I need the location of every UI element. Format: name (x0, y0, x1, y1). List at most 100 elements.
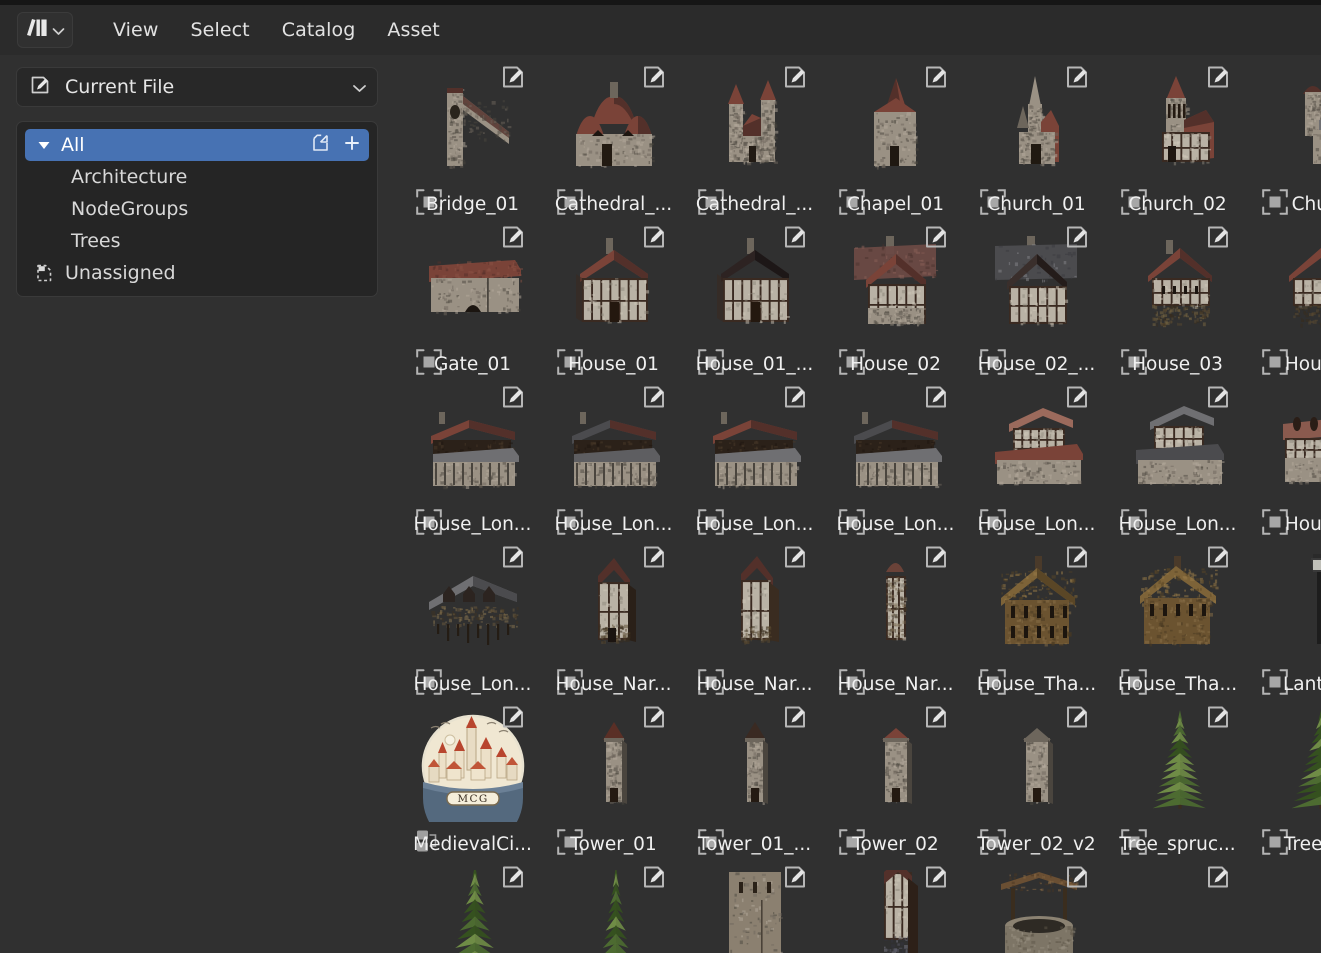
asset-browser-sidebar: Current File All (0, 55, 394, 953)
export-catalog-icon[interactable] (311, 133, 333, 158)
asset-thumbnail (402, 385, 543, 507)
catalog-item-architecture[interactable]: Architecture (25, 161, 369, 193)
asset-preview-render (981, 70, 1093, 182)
asset-item[interactable]: House_Lon... (402, 541, 543, 701)
asset-item[interactable]: Gate_01 (402, 221, 543, 381)
asset-thumbnail (684, 225, 825, 347)
asset-preview-render (699, 230, 811, 342)
asset-grid-region[interactable]: Bridge_01 Cathedral_... (394, 55, 1321, 953)
asset-thumbnail (1248, 545, 1321, 667)
asset-label: Tower_01_... (684, 834, 825, 855)
menu-select[interactable]: Select (175, 15, 266, 45)
asset-thumbnail (1107, 545, 1248, 667)
asset-label: House_Lon... (1107, 514, 1248, 535)
asset-preview-render (558, 710, 670, 822)
asset-preview-render (417, 70, 529, 182)
asset-item[interactable]: House_02_... (966, 221, 1107, 381)
menu-asset[interactable]: Asset (371, 15, 455, 45)
asset-preview-render (981, 230, 1093, 342)
asset-label: Tree_sp (1248, 834, 1321, 855)
catalog-tree: All Architecture (16, 121, 378, 297)
asset-item[interactable]: House_Tha... (966, 541, 1107, 701)
asset-thumbnail (966, 65, 1107, 187)
catalog-item-nodegroups[interactable]: NodeGroups (25, 193, 369, 225)
asset-thumbnail (825, 545, 966, 667)
catalog-item-all[interactable]: All (25, 129, 369, 161)
add-catalog-icon[interactable] (343, 134, 361, 157)
chevron-down-icon (52, 21, 65, 40)
asset-item[interactable]: House_Nar... (825, 541, 966, 701)
asset-preview-render (1122, 710, 1234, 822)
asset-item[interactable]: House_Tha... (1107, 541, 1248, 701)
catalog-item-unassigned[interactable]: Unassigned (25, 257, 369, 289)
asset-library-selector[interactable]: Current File (16, 67, 378, 107)
asset-item[interactable]: House_Lon... (543, 381, 684, 541)
asset-item[interactable]: Cathedral_... (684, 61, 825, 221)
unassigned-file-icon (35, 262, 57, 284)
asset-thumbnail: MCG (402, 705, 543, 827)
asset-item[interactable]: Tower_02_v2 (966, 701, 1107, 861)
asset-item[interactable]: House_Lon... (825, 381, 966, 541)
asset-item[interactable] (684, 861, 825, 953)
asset-label: House_Lon... (543, 514, 684, 535)
asset-thumbnail (966, 705, 1107, 827)
asset-preview-render (840, 550, 952, 662)
asset-item[interactable]: Tower_01 (543, 701, 684, 861)
asset-item[interactable]: Church_02 (1107, 61, 1248, 221)
asset-item[interactable]: MCG MedievalCi... (402, 701, 543, 861)
asset-preview-render (840, 870, 952, 953)
editor-type-button[interactable] (17, 12, 73, 48)
asset-item[interactable]: Tree_spruc... (1107, 701, 1248, 861)
menu-catalog[interactable]: Catalog (266, 15, 372, 45)
asset-item[interactable]: House_Nar... (543, 541, 684, 701)
asset-label: House_Lon... (402, 514, 543, 535)
asset-label: Bridge_01 (402, 194, 543, 215)
asset-thumbnail (1107, 705, 1248, 827)
asset-item[interactable]: House_Nar... (684, 541, 825, 701)
asset-item[interactable]: Bridge_01 (402, 61, 543, 221)
asset-item[interactable]: Churc (1248, 61, 1321, 221)
asset-label: House_01 (543, 354, 684, 375)
catalog-item-trees[interactable]: Trees (25, 225, 369, 257)
asset-thumbnail (825, 865, 966, 953)
asset-item[interactable]: Tower_01_... (684, 701, 825, 861)
asset-item[interactable] (1107, 861, 1248, 953)
asset-label: House_ (1248, 514, 1321, 535)
asset-item[interactable]: House_03 (1107, 221, 1248, 381)
asset-grid: Bridge_01 Cathedral_... (402, 61, 1321, 953)
asset-item[interactable]: House_Lon... (966, 381, 1107, 541)
asset-item[interactable] (825, 861, 966, 953)
asset-item[interactable]: Tree_sp (1248, 701, 1321, 861)
triangle-down-icon[interactable] (35, 139, 53, 151)
asset-item[interactable]: House_Lon... (684, 381, 825, 541)
asset-label: Cathedral_... (543, 194, 684, 215)
asset-item[interactable] (1248, 861, 1321, 953)
asset-item[interactable]: Chapel_01 (825, 61, 966, 221)
asset-thumbnail (966, 385, 1107, 507)
asset-label: Churc (1248, 194, 1321, 215)
asset-item[interactable]: House_ (1248, 221, 1321, 381)
catalog-item-nodegroups-label: NodeGroups (71, 198, 361, 220)
asset-item[interactable] (402, 861, 543, 953)
asset-thumbnail (825, 225, 966, 347)
asset-item[interactable] (543, 861, 684, 953)
asset-item[interactable] (966, 861, 1107, 953)
asset-item[interactable]: House_ (1248, 381, 1321, 541)
svg-text:MCG: MCG (457, 793, 488, 805)
menu-view[interactable]: View (97, 15, 175, 45)
asset-item[interactable]: House_02 (825, 221, 966, 381)
asset-item[interactable]: House_Lon... (1107, 381, 1248, 541)
asset-label: House_Lon... (684, 514, 825, 535)
asset-preview-render (981, 710, 1093, 822)
asset-item[interactable]: Lantern (1248, 541, 1321, 701)
asset-thumbnail (825, 705, 966, 827)
asset-item[interactable]: House_01_... (684, 221, 825, 381)
asset-label: Church_02 (1107, 194, 1248, 215)
asset-item[interactable]: Church_01 (966, 61, 1107, 221)
asset-label: Gate_01 (402, 354, 543, 375)
asset-item[interactable]: Tower_02 (825, 701, 966, 861)
asset-item[interactable]: House_01 (543, 221, 684, 381)
asset-label: House_Nar... (684, 674, 825, 695)
asset-item[interactable]: House_Lon... (402, 381, 543, 541)
asset-item[interactable]: Cathedral_... (543, 61, 684, 221)
